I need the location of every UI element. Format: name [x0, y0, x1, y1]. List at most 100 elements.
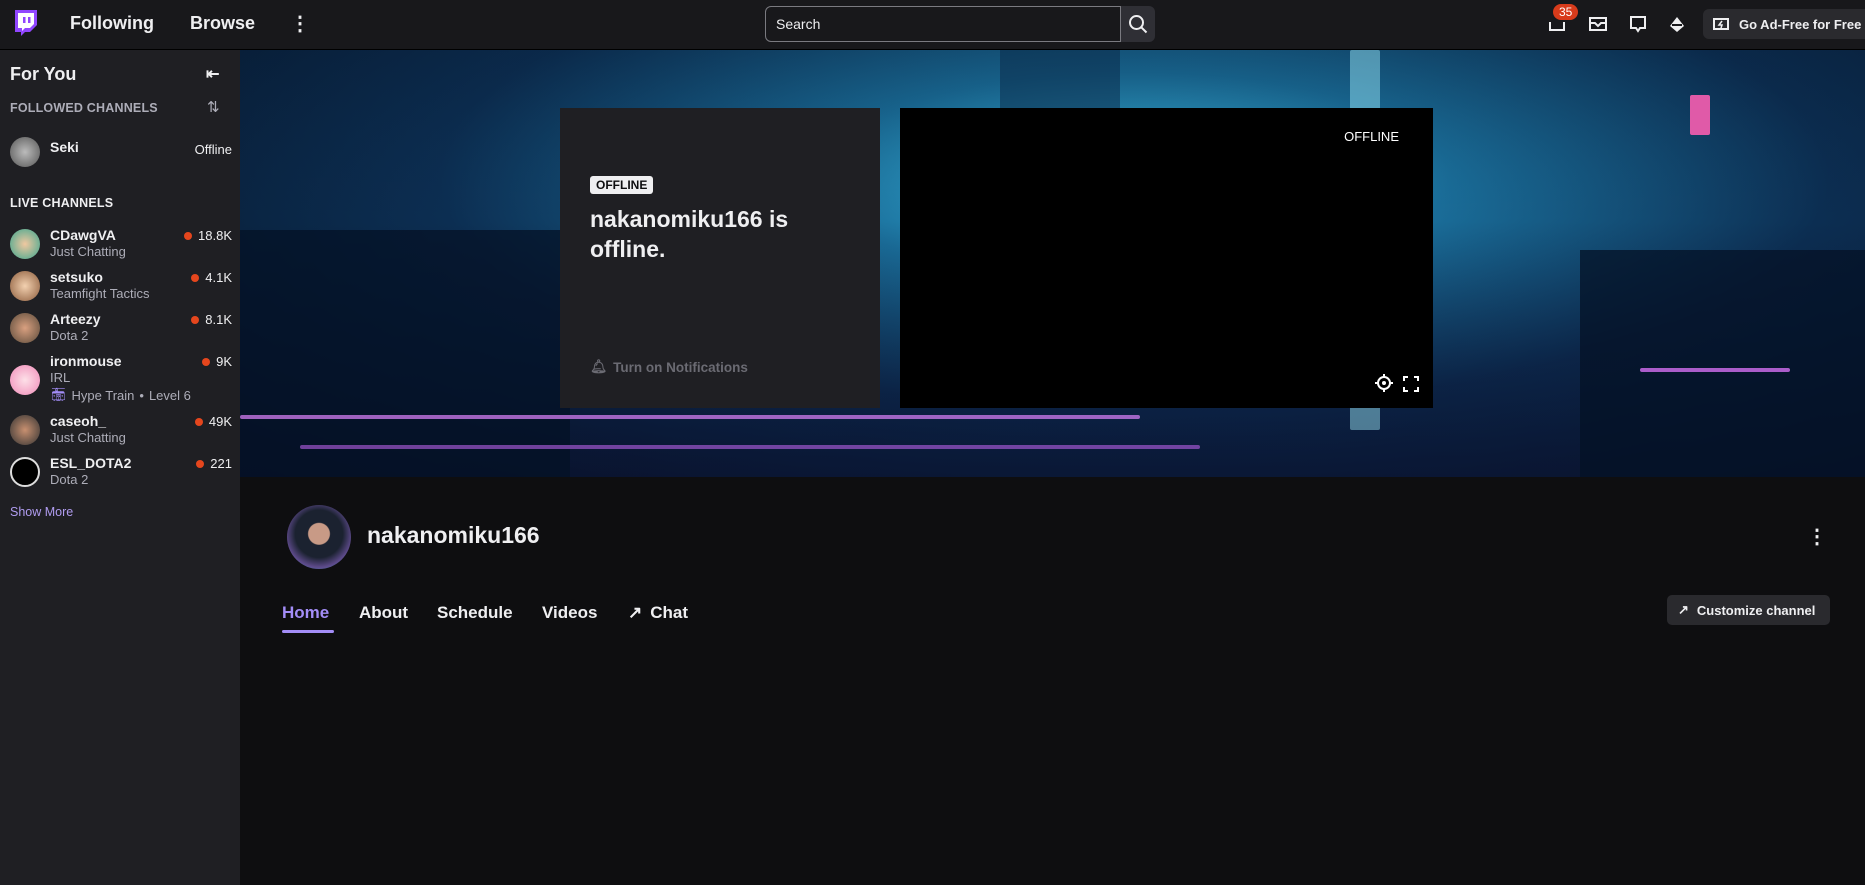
- crown-icon: [1670, 17, 1684, 32]
- channel-name: caseoh_: [50, 413, 107, 429]
- hype-level: Level 6: [148, 387, 191, 403]
- bell-icon: 🔔︎: [590, 359, 608, 374]
- channel-more-icon[interactable]: ⋮: [1807, 524, 1827, 549]
- live-channel-esl-dota2[interactable]: ESL_DOTA2 Dota 2 221: [10, 453, 232, 493]
- viewers: 9K: [216, 354, 232, 369]
- top-nav: Following Browse ⋮ Search 35 Go Ad-Free …: [0, 0, 1865, 50]
- channel-name: Seki: [50, 139, 79, 155]
- chat-button[interactable]: [1627, 13, 1649, 35]
- search-icon: [1129, 15, 1148, 34]
- followed-channel-seki[interactable]: Seki Offline: [10, 133, 232, 173]
- nav-browse[interactable]: Browse: [190, 13, 255, 34]
- viewers: 8.1K: [205, 312, 232, 327]
- tab-chat[interactable]: ↗ Chat: [628, 603, 688, 623]
- offline-card: OFFLINE nakanomiku166 is offline. 🔔︎ Turn…: [560, 108, 880, 408]
- live-dot-icon: [184, 231, 193, 240]
- channel-name: ironmouse: [50, 353, 122, 369]
- live-channel-ironmouse[interactable]: ironmouse IRL 🚋︎ Hype Train • Level 6 9K: [10, 351, 232, 409]
- chat-label: Chat: [650, 603, 689, 622]
- notify-label: Turn on Notifications: [613, 359, 748, 375]
- notification-count-badge: 35: [1553, 4, 1579, 20]
- customize-label: Customize channel: [1696, 602, 1816, 618]
- offline-badge: OFFLINE: [590, 176, 654, 194]
- viewers: 49K: [208, 414, 232, 429]
- whispers-button[interactable]: [1587, 13, 1609, 35]
- search-button[interactable]: [1121, 6, 1155, 42]
- viewers: 18.8K: [198, 228, 232, 243]
- channel-name: ESL_DOTA2: [50, 455, 132, 471]
- banner-neon: [300, 445, 1200, 449]
- external-arrow-icon: ↗: [628, 603, 643, 622]
- mail-icon: [1589, 17, 1607, 31]
- fullscreen-icon[interactable]: [1403, 376, 1419, 392]
- sidebar-title: For You: [10, 64, 77, 84]
- avatar: [10, 457, 40, 487]
- viewers: 221: [210, 456, 232, 471]
- channel-game: Just Chatting: [50, 244, 126, 259]
- channel-name: setsuko: [50, 269, 103, 285]
- live-dot-icon: [196, 459, 205, 468]
- customize-channel-button[interactable]: ↗ Customize channel: [1667, 595, 1830, 625]
- channel-game: IRL: [50, 370, 71, 385]
- go-ad-free-button[interactable]: Go Ad-Free for Free: [1703, 9, 1865, 39]
- more-options-icon[interactable]: ⋮: [290, 12, 310, 36]
- avatar: [10, 229, 40, 259]
- banner-neon: [1690, 95, 1710, 135]
- channel-name: Arteezy: [50, 311, 101, 327]
- live-channel-setsuko[interactable]: setsuko Teamfight Tactics 4.1K: [10, 267, 232, 307]
- live-dot-icon: [191, 315, 200, 324]
- channel-game: Teamfight Tactics: [50, 286, 150, 301]
- chat-bubble-icon: [1630, 16, 1646, 33]
- channel-avatar[interactable]: [287, 505, 351, 569]
- banner-neon: [240, 415, 1140, 419]
- avatar: [10, 313, 40, 343]
- avatar: [10, 137, 40, 167]
- avatar: [10, 271, 40, 301]
- viewer-count: 9K: [202, 354, 232, 369]
- banner-building: [240, 230, 570, 477]
- hype-train-icon: 🚋︎: [50, 387, 67, 402]
- turn-on-notifications-button[interactable]: 🔔︎ Turn on Notifications: [590, 359, 748, 375]
- channel-game: Dota 2: [50, 328, 89, 343]
- live-channel-cdawgva[interactable]: CDawgVA Just Chatting 18.8K: [10, 225, 232, 265]
- video-player[interactable]: OFFLINE: [900, 108, 1433, 408]
- viewer-count: 49K: [194, 414, 232, 429]
- viewer-count: 221: [196, 456, 232, 471]
- viewer-count: 4.1K: [191, 270, 232, 285]
- settings-gear-icon[interactable]: [1375, 374, 1393, 392]
- offline-title: nakanomiku166 is offline.: [590, 206, 789, 262]
- collapse-sidebar-icon[interactable]: ⇤: [206, 64, 219, 84]
- hype-label: Hype Train: [71, 387, 135, 403]
- channel-status: Offline: [194, 142, 232, 157]
- banner-building: [1580, 250, 1865, 477]
- hype-train-indicator: 🚋︎ Hype Train • Level 6: [50, 387, 191, 403]
- tab-about[interactable]: About: [359, 603, 408, 623]
- prime-button[interactable]: [1666, 13, 1688, 35]
- live-channel-arteezy[interactable]: Arteezy Dota 2 8.1K: [10, 309, 232, 349]
- tab-home[interactable]: Home: [282, 603, 329, 623]
- player-status: OFFLINE: [1344, 129, 1399, 144]
- external-arrow-icon: ↗: [1678, 602, 1689, 617]
- twitch-logo-icon[interactable]: [13, 10, 37, 38]
- channel-game: Dota 2: [50, 472, 89, 487]
- avatar: [10, 365, 40, 395]
- nav-following[interactable]: Following: [70, 13, 154, 34]
- tab-videos[interactable]: Videos: [542, 603, 597, 623]
- show-more-link[interactable]: Show More: [10, 505, 73, 519]
- viewer-count: 18.8K: [184, 228, 232, 243]
- separator: •: [139, 387, 144, 403]
- live-dot-icon: [191, 273, 200, 282]
- sidebar: For You ⇤ FOLLOWED CHANNELS ⇅ Seki Offli…: [0, 50, 240, 885]
- viewer-count: 8.1K: [191, 312, 232, 327]
- live-channels-header: LIVE CHANNELS: [10, 196, 114, 210]
- active-tab-indicator: [282, 630, 334, 633]
- live-channel-caseoh[interactable]: caseoh_ Just Chatting 49K: [10, 411, 232, 451]
- channel-game: Just Chatting: [50, 430, 126, 445]
- banner-neon: [1640, 368, 1790, 372]
- search-input[interactable]: Search: [765, 6, 1121, 42]
- battery-bolt-icon: [1713, 18, 1729, 30]
- avatar: [10, 415, 40, 445]
- sort-icon[interactable]: ⇅: [207, 98, 220, 116]
- channel-name: CDawgVA: [50, 227, 116, 243]
- tab-schedule[interactable]: Schedule: [437, 603, 513, 623]
